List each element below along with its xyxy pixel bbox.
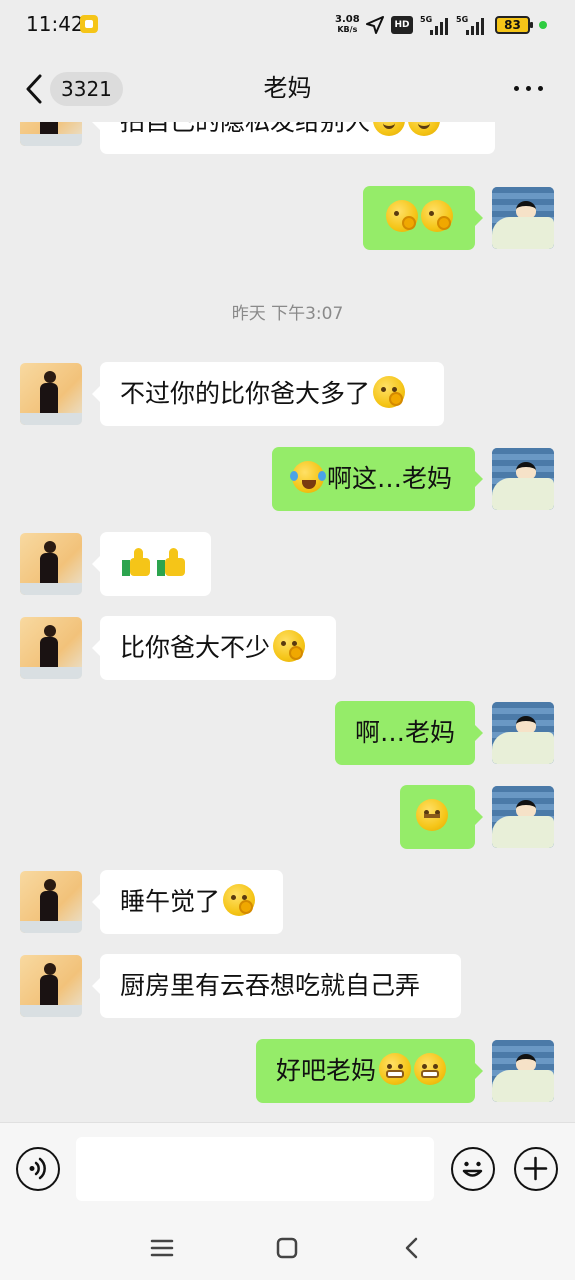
message-text: 厨房里有云吞想吃就自己弄 — [120, 971, 421, 1000]
status-time: 11:42 — [26, 12, 84, 36]
battery-icon: 83 — [495, 16, 533, 34]
incoming-message[interactable] — [92, 532, 211, 596]
thumbs-up-emoji-icon — [155, 546, 187, 578]
incoming-message[interactable]: 厨房里有云吞想吃就自己弄 — [92, 954, 461, 1018]
message-timestamp: 昨天 下午3:07 — [231, 304, 344, 324]
signal-icon: 5G — [420, 15, 452, 35]
message-text: 啊这…老妈 — [327, 464, 453, 493]
outgoing-message[interactable]: 好吧老妈 — [256, 1039, 483, 1103]
incoming-message[interactable]: 不过你的比你爸大多了 — [92, 362, 444, 426]
smirk-hand-face-emoji-icon — [273, 630, 306, 662]
outgoing-message[interactable] — [400, 785, 483, 849]
message-text: 拍自己的隐私发给别人 — [120, 122, 370, 136]
plus-icon[interactable] — [514, 1147, 558, 1191]
signal-icon: 5G — [456, 15, 488, 35]
winking-face-emoji-icon — [386, 200, 418, 232]
home-icon[interactable] — [273, 1234, 301, 1262]
message-text: 比你爸大不少 — [120, 633, 271, 662]
system-navigation-bar — [0, 1214, 575, 1280]
smirk-hand-face-emoji-icon — [373, 376, 406, 408]
voice-icon[interactable] — [16, 1147, 60, 1191]
emoji-icon[interactable] — [451, 1147, 495, 1191]
incoming-message[interactable]: 拍自己的隐私发给别人 — [92, 122, 495, 154]
more-dots-icon[interactable] — [512, 80, 546, 96]
zipper-mouth-face-emoji-icon — [416, 799, 448, 831]
grimacing-face-emoji-icon — [414, 1053, 447, 1085]
incoming-message[interactable]: 比你爸大不少 — [92, 616, 336, 680]
winking-face-emoji-icon — [421, 200, 453, 232]
contact-avatar[interactable] — [20, 617, 82, 679]
menu-icon[interactable] — [148, 1234, 176, 1262]
input-bar — [0, 1122, 575, 1214]
chat-header: 3321 老妈 — [0, 52, 575, 122]
contact-avatar[interactable] — [20, 955, 82, 1017]
grimacing-face-emoji-icon — [379, 1053, 412, 1085]
outgoing-message[interactable] — [363, 186, 483, 250]
contact-avatar[interactable] — [20, 533, 82, 595]
signal-type-label: 5G — [456, 15, 469, 24]
notification-app-icon — [80, 15, 98, 33]
my-avatar[interactable] — [492, 187, 554, 249]
message-text: 啊…老妈 — [355, 718, 456, 747]
outgoing-message[interactable]: 啊这…老妈 — [272, 447, 483, 511]
message-list[interactable]: 拍自己的隐私发给别人 昨天 下午3:07 不过你的比你爸大多了 啊这…老妈 — [0, 122, 575, 1122]
outgoing-message[interactable]: 啊…老妈 — [335, 701, 483, 765]
contact-avatar[interactable] — [20, 122, 82, 146]
charging-dot-icon — [539, 21, 547, 29]
laughing-tears-face-emoji-icon — [290, 461, 326, 493]
message-text: 不过你的比你爸大多了 — [120, 379, 371, 408]
incoming-message[interactable]: 睡午觉了 — [92, 870, 283, 934]
message-text: 好吧老妈 — [276, 1056, 377, 1085]
back-icon[interactable] — [398, 1234, 426, 1262]
message-input[interactable] — [76, 1137, 434, 1201]
network-speed-unit: KB/s — [337, 25, 358, 34]
location-icon — [366, 16, 384, 34]
my-avatar[interactable] — [492, 448, 554, 510]
smirk-hand-face-emoji-icon — [223, 884, 256, 916]
message-text: 睡午觉了 — [120, 887, 221, 916]
network-speed-value: 3.08 — [335, 14, 360, 25]
my-avatar[interactable] — [492, 702, 554, 764]
status-bar: 11:42 3.08 KB/s HD 5G 5G 83 — [0, 0, 575, 52]
tired-face-emoji-icon — [408, 122, 441, 136]
tired-face-emoji-icon — [373, 122, 406, 136]
my-avatar[interactable] — [492, 786, 554, 848]
contact-avatar[interactable] — [20, 871, 82, 933]
hd-voice-icon: HD — [391, 16, 413, 34]
thumbs-up-emoji-icon — [120, 546, 152, 578]
contact-avatar[interactable] — [20, 363, 82, 425]
my-avatar[interactable] — [492, 1040, 554, 1102]
network-speed: 3.08 KB/s — [335, 15, 360, 35]
signal-type-label: 5G — [420, 15, 433, 24]
chat-title: 老妈 — [263, 74, 312, 102]
